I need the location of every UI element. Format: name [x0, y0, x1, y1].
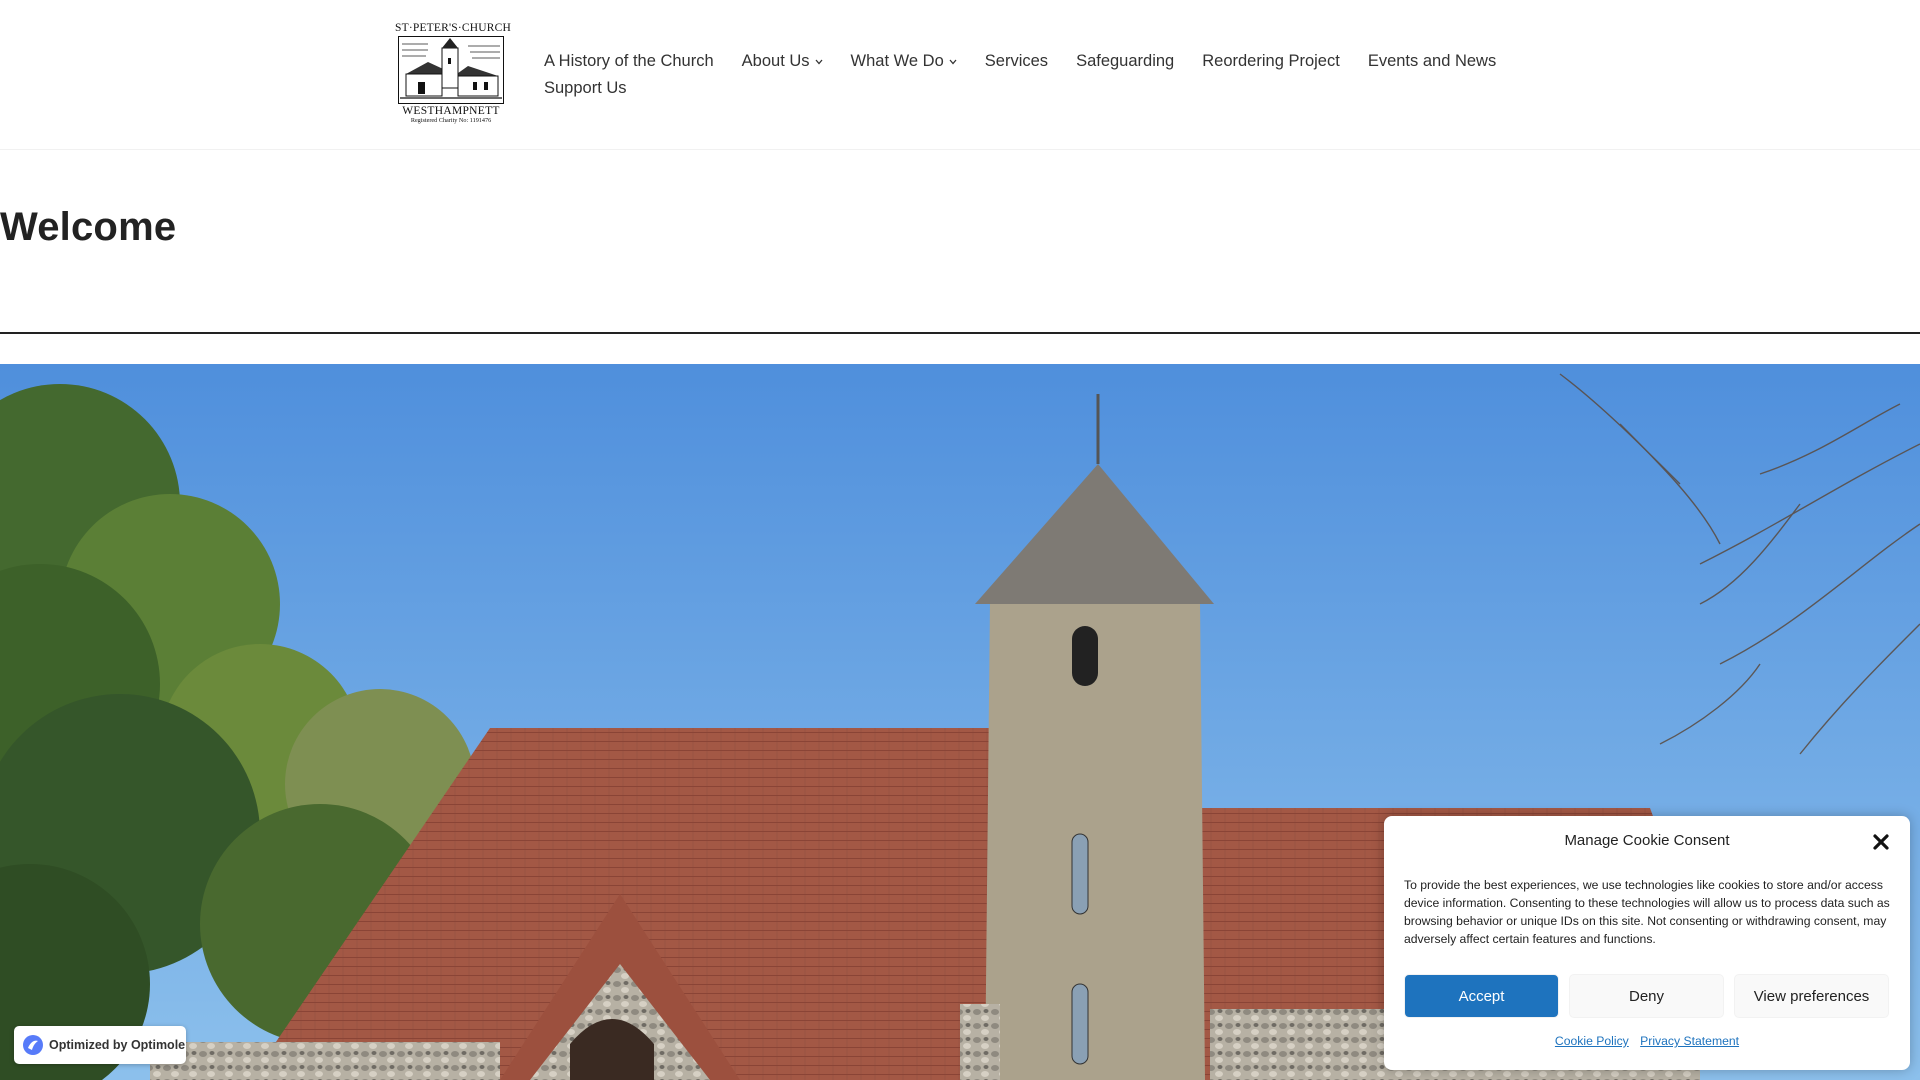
cookie-dialog-links: Cookie Policy Privacy Statement: [1384, 1034, 1910, 1048]
nav-item-reordering-project[interactable]: Reordering Project: [1202, 52, 1340, 71]
cookie-policy-link[interactable]: Cookie Policy: [1555, 1034, 1629, 1048]
optimole-label: Optimized by Optimole: [49, 1038, 186, 1052]
divider: [0, 332, 1920, 334]
nav-row-2: Support Us: [544, 75, 1504, 102]
nav-item-label: Support Us: [544, 79, 627, 97]
nav-item-label: Services: [984, 52, 1049, 70]
cookie-consent-dialog: Manage Cookie Consent To provide the bes…: [1384, 816, 1910, 1070]
nav-item-label: What We Do: [850, 52, 944, 70]
view-preferences-button[interactable]: View preferences: [1734, 974, 1889, 1018]
church-drawing-icon: [398, 36, 504, 104]
nav-item-label: Safeguarding: [1076, 52, 1175, 70]
optimole-badge[interactable]: Optimized by Optimole: [14, 1026, 186, 1064]
nav-item-label: A History of the Church: [544, 52, 714, 70]
nav-item-history[interactable]: A History of the Church: [544, 52, 714, 71]
nav-item-label: About Us: [741, 52, 810, 70]
optimole-bird-icon: [23, 1035, 43, 1055]
chevron-down-icon[interactable]: [949, 59, 957, 65]
site-header: ST·PETER'S·CHURCH WESTHAMPNETT Registere…: [0, 0, 1920, 150]
nav-item-about-us[interactable]: About Us: [742, 52, 823, 71]
cookie-dialog-text: To provide the best experiences, we use …: [1404, 878, 1890, 946]
logo-top-text: ST·PETER'S·CHURCH: [395, 22, 512, 34]
cookie-dialog-title: Manage Cookie Consent: [1564, 832, 1730, 849]
church-logo[interactable]: ST·PETER'S·CHURCH WESTHAMPNETT Registere…: [395, 22, 512, 128]
logo-bottom-text: WESTHAMPNETT: [402, 105, 500, 117]
chevron-down-icon[interactable]: [815, 59, 823, 65]
nav-item-safeguarding[interactable]: Safeguarding: [1076, 52, 1174, 71]
privacy-statement-link[interactable]: Privacy Statement: [1640, 1034, 1739, 1048]
nav-item-what-we-do[interactable]: What We Do: [851, 52, 957, 71]
main-navigation: A History of the Church About Us What We…: [544, 48, 1504, 102]
nav-item-events-and-news[interactable]: Events and News: [1368, 52, 1496, 71]
logo-charity-number: Registered Charity No: 1191476: [410, 117, 492, 124]
deny-button[interactable]: Deny: [1569, 974, 1724, 1018]
page-title: Welcome: [0, 205, 177, 249]
nav-item-label: Reordering Project: [1202, 52, 1340, 70]
accept-button[interactable]: Accept: [1404, 974, 1559, 1018]
nav-item-services[interactable]: Services: [985, 52, 1048, 71]
close-icon[interactable]: [1872, 833, 1890, 851]
nav-item-support-us[interactable]: Support Us: [544, 79, 627, 98]
nav-row-1: A History of the Church About Us What We…: [544, 48, 1504, 75]
nav-item-label: Events and News: [1367, 52, 1497, 70]
